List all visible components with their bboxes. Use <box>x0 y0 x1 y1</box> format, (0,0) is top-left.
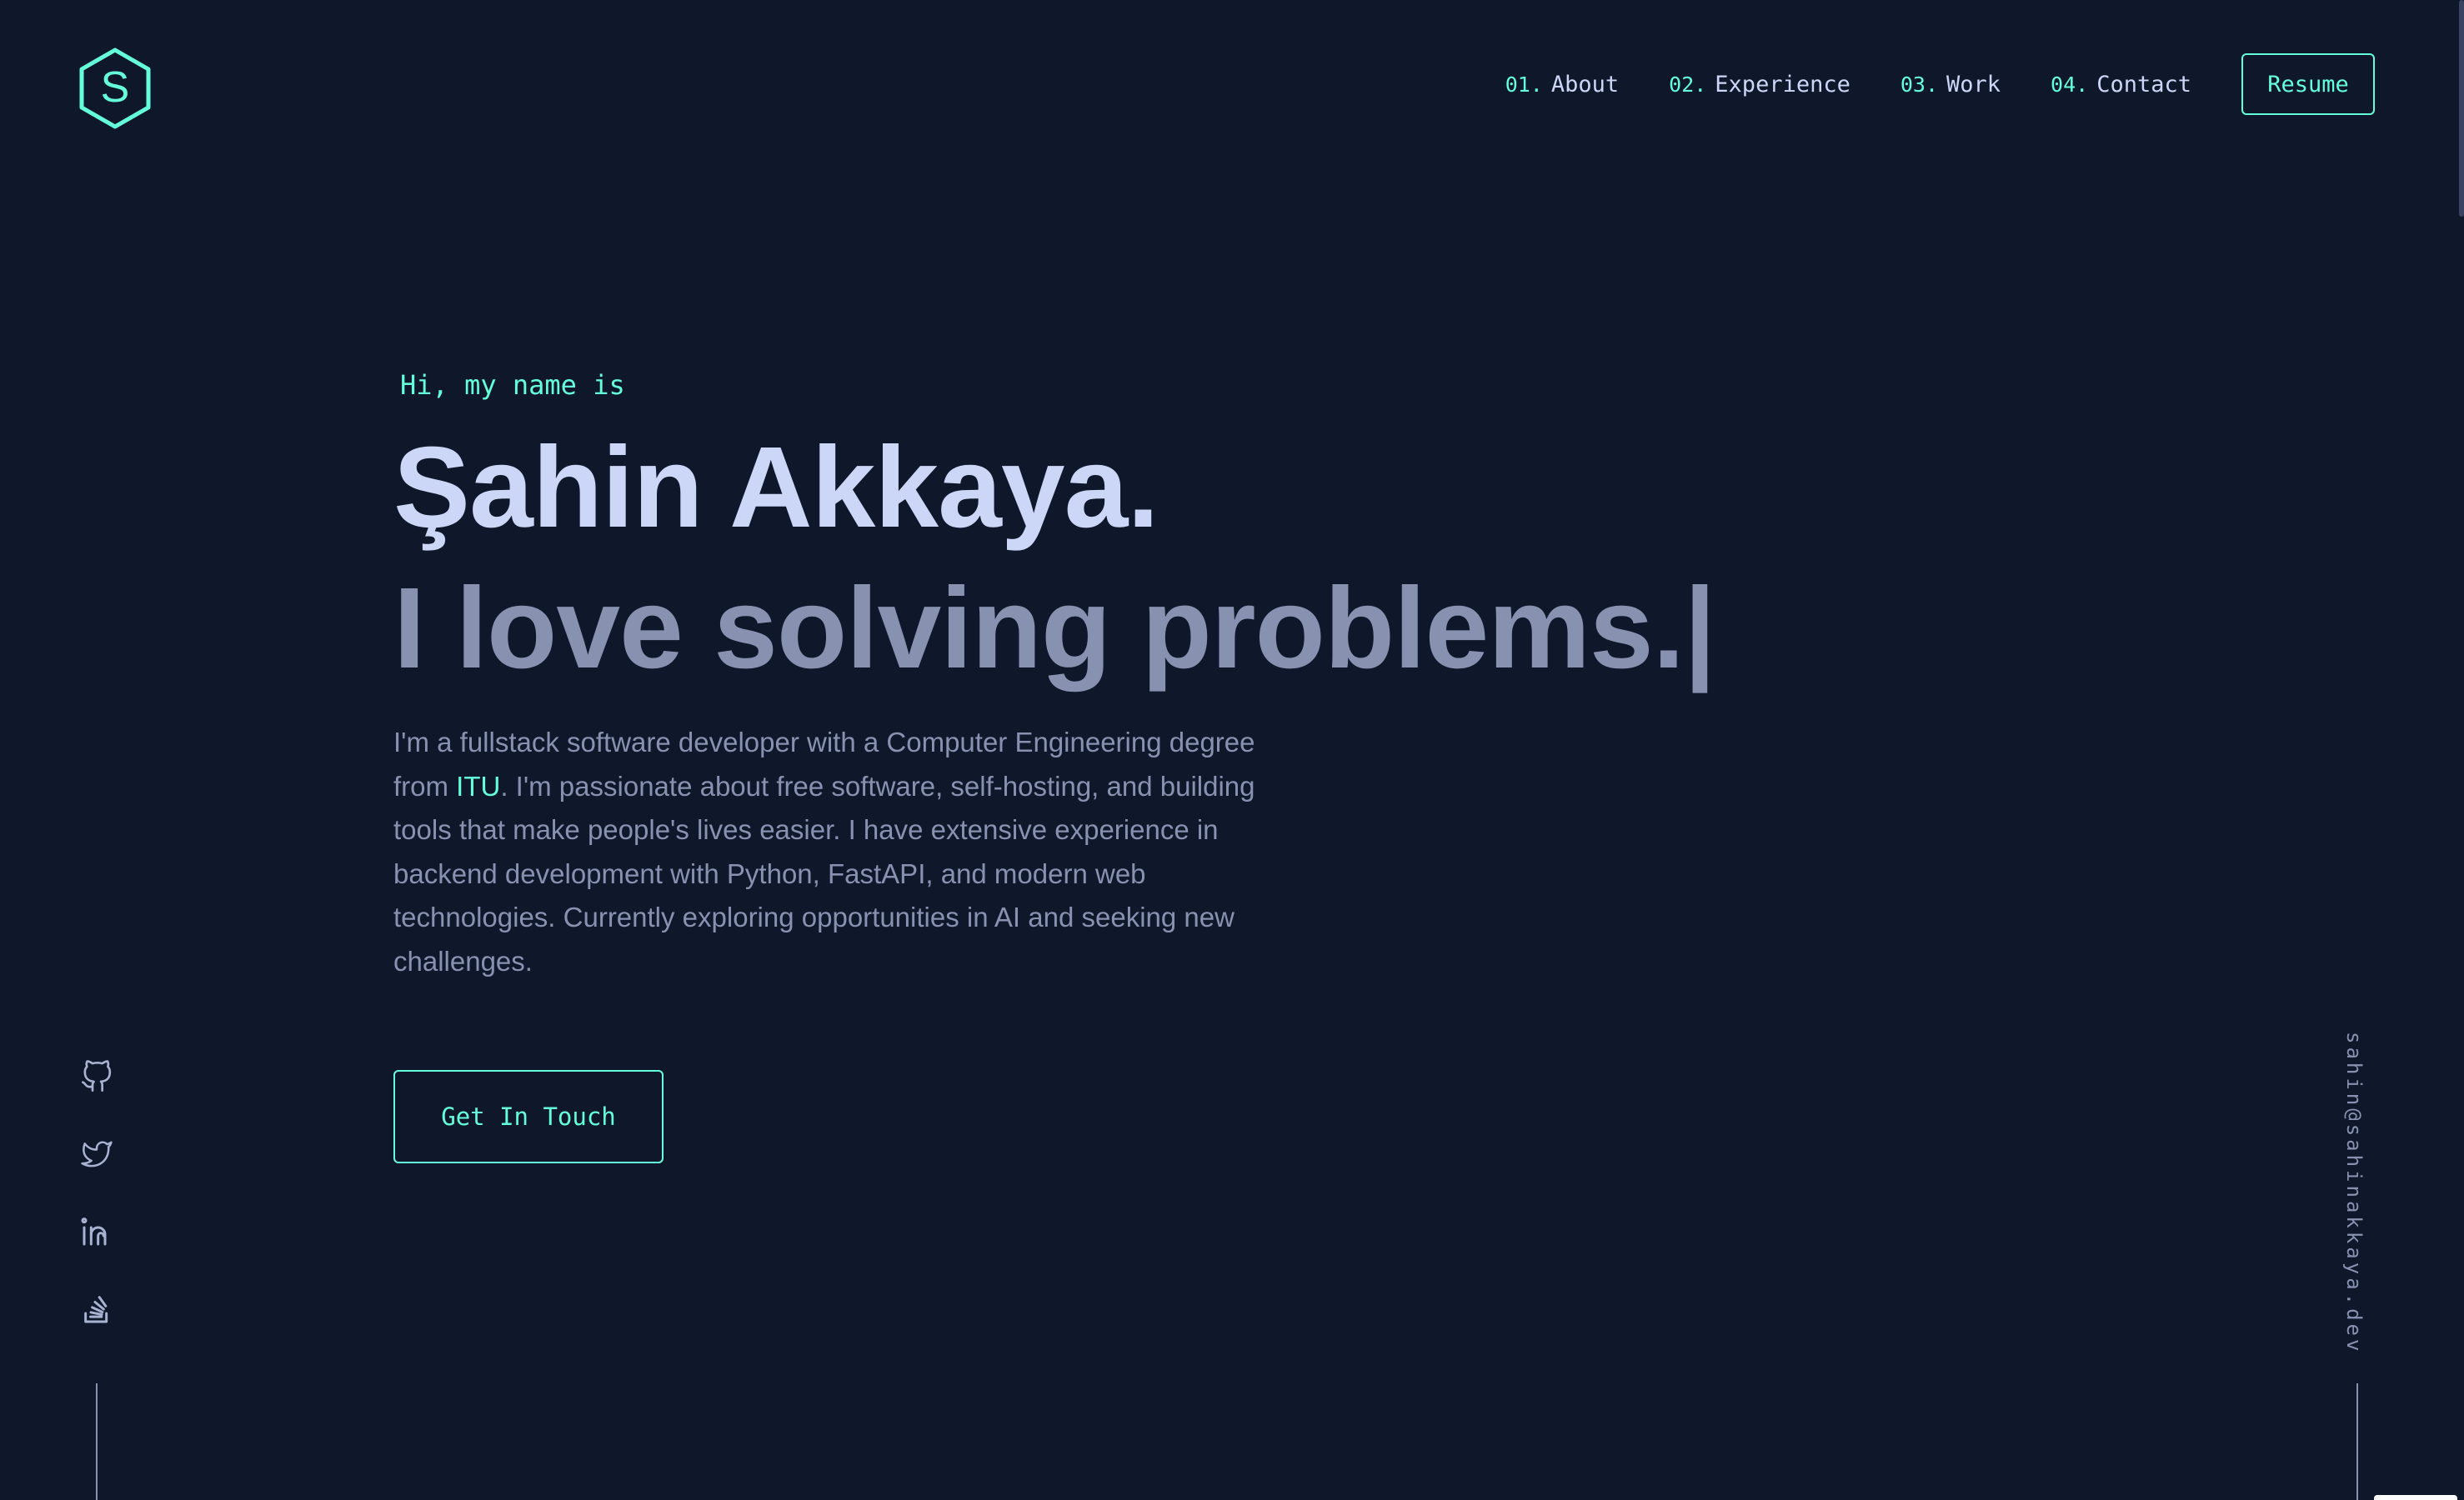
get-in-touch-button[interactable]: Get In Touch <box>393 1070 664 1163</box>
nav-work-number: 03. <box>1900 72 1939 97</box>
github-icon <box>82 1060 112 1092</box>
right-vertical-line <box>2356 1383 2358 1500</box>
twitter-icon <box>81 1141 113 1168</box>
email-link[interactable]: sahin@sahinakkaya.dev <box>2342 1032 2366 1354</box>
corner-widget <box>2374 1495 2457 1500</box>
hero-name: Şahin Akkaya. <box>393 423 1159 552</box>
nav-contact-link[interactable]: 04. Contact <box>2051 72 2191 98</box>
nav-work-link[interactable]: 03. Work <box>1901 72 2001 98</box>
bio-text-end: . I'm passionate about free software, se… <box>393 770 1255 977</box>
hero-greeting: Hi, my name is <box>400 369 625 401</box>
nav-about-label: About <box>1550 71 1620 98</box>
social-links <box>78 1058 115 1368</box>
logo-letter: S <box>101 63 130 112</box>
twitter-link[interactable] <box>78 1136 115 1172</box>
hexagon-logo-icon: S <box>79 48 151 129</box>
resume-button[interactable]: Resume <box>2241 53 2375 115</box>
nav-experience-label: Experience <box>1715 71 1851 98</box>
stackoverflow-icon <box>84 1296 108 1323</box>
nav-work-label: Work <box>1946 71 2001 98</box>
github-link[interactable] <box>78 1058 115 1095</box>
scrollbar-thumb[interactable] <box>2459 0 2464 217</box>
nav-contact-label: Contact <box>2096 71 2191 98</box>
logo[interactable]: S <box>78 47 152 130</box>
left-vertical-line <box>96 1383 98 1500</box>
hero-bio: I'm a fullstack software developer with … <box>393 721 1302 983</box>
linkedin-icon <box>81 1218 107 1246</box>
nav-about-link[interactable]: 01. About <box>1505 72 1619 98</box>
top-nav: 01. About 02. Experience 03. Work 04. Co… <box>1505 52 2375 117</box>
stackoverflow-link[interactable] <box>78 1291 115 1328</box>
nav-experience-link[interactable]: 02. Experience <box>1669 72 1851 98</box>
linkedin-link[interactable] <box>78 1213 115 1250</box>
nav-contact-number: 04. <box>2051 72 2089 97</box>
itu-link[interactable]: ITU <box>456 771 500 802</box>
nav-about-number: 01. <box>1505 72 1543 97</box>
nav-experience-number: 02. <box>1669 72 1707 97</box>
hero-tagline: I love solving problems.| <box>393 564 1716 692</box>
